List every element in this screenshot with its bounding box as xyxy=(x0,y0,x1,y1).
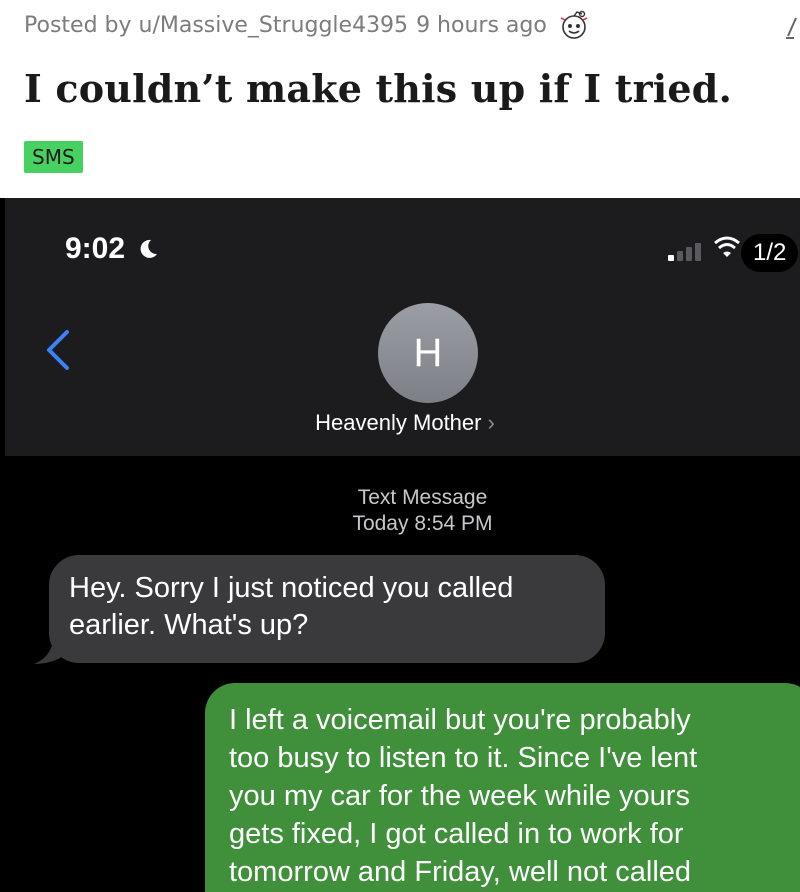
message-line: tomorrow and Friday, well not called xyxy=(229,856,692,888)
contact-name-row[interactable]: Heavenly Mother › xyxy=(5,410,800,436)
moon-icon xyxy=(137,238,159,260)
post-author[interactable]: Posted by u/Massive_Struggle4395 xyxy=(24,13,408,38)
award-icon[interactable] xyxy=(557,8,591,42)
conversation-header: 9:02 1/2 H Heavenly Mother › xyxy=(5,198,800,456)
message-timestamp: Today 8:54 PM xyxy=(352,512,493,535)
thread-info: Text Message Today 8:54 PM xyxy=(0,485,800,537)
message-type-label: Text Message xyxy=(357,486,488,509)
image-pager-badge: 1/2 xyxy=(741,234,799,272)
contact-name: Heavenly Mother xyxy=(315,410,482,435)
message-line: I left a voicemail but you're probably xyxy=(229,704,691,736)
post-meta: Posted by u/Massive_Struggle4395 9 hours… xyxy=(24,8,591,42)
message-line: Hey. Sorry I just noticed you called xyxy=(69,572,514,604)
sms-screenshot: 9:02 1/2 H Heavenly Mother › Text Messag… xyxy=(0,198,800,892)
cellular-signal-icon xyxy=(668,241,708,261)
contact-avatar[interactable]: H xyxy=(378,303,478,403)
status-time: 9:02 xyxy=(65,232,126,265)
back-chevron-icon[interactable] xyxy=(43,328,73,372)
message-line: earlier. What's up? xyxy=(69,609,309,641)
more-options-icon[interactable] xyxy=(784,12,800,42)
post-title[interactable]: I couldn’t make this up if I tried. xyxy=(24,66,732,111)
post-flair[interactable]: SMS xyxy=(24,141,83,173)
chevron-right-icon: › xyxy=(487,410,495,435)
message-line: gets fixed, I got called in to work for xyxy=(229,818,684,850)
incoming-message-bubble[interactable]: Hey. Sorry I just noticed you called ear… xyxy=(49,555,605,663)
message-line: too busy to listen to it. Since I've len… xyxy=(229,742,698,774)
outgoing-message-bubble[interactable]: I left a voicemail but you're probably t… xyxy=(205,683,800,892)
wifi-icon xyxy=(713,235,741,259)
post-age: 9 hours ago xyxy=(416,12,547,38)
message-line: you my car for the week while yours xyxy=(229,780,690,812)
